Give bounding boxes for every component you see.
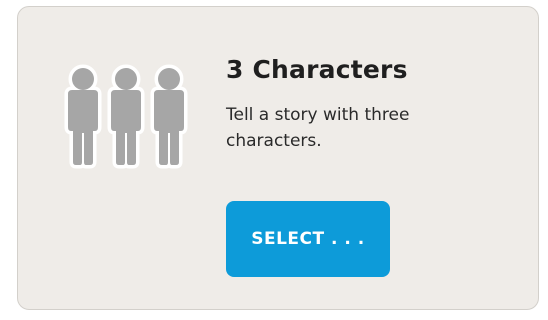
story-template-card: 3 Characters Tell a story with three cha… [17,6,539,310]
select-button[interactable]: SELECT . . . [226,201,390,277]
three-people-icon [62,61,190,173]
card-description: Tell a story with three characters. [226,105,410,151]
card-title: 3 Characters [226,55,408,84]
